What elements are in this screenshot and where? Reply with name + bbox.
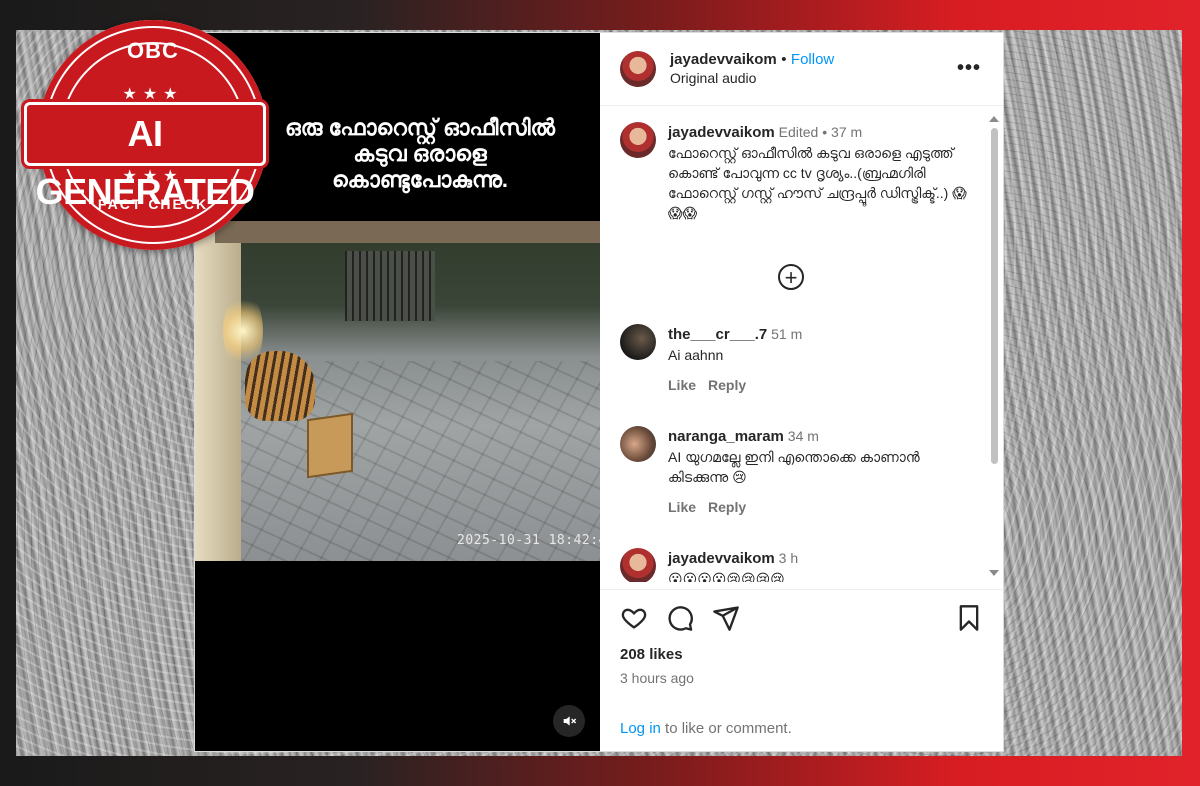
comment-username[interactable]: naranga_maram [668,428,784,445]
comment-icon[interactable] [666,604,694,632]
ai-generated-stamp: OBC ★★★ AI GENERATED ★★★ FACT CHECK [24,20,268,250]
commenter-avatar[interactable] [620,324,656,360]
stamp-footer: FACT CHECK [97,196,209,212]
building-wall [195,221,241,561]
instagram-post: 2025-10-31 18:42:4 ഒരു ഫോറെസ്റ്റ് ഓഫീസിൽ… [194,32,1004,752]
comment-text: 😮😮😮😮😢😢😢😢 [668,571,785,582]
roof-edge [215,221,600,243]
comment-item: the___cr___.7 51 m Ai aahnn Like Reply [620,324,968,395]
gate [345,251,435,321]
comment-text: Ai aahnn [668,347,724,363]
comments-panel[interactable]: jayadevvaikom Edited • 37 m ഫോറെസ്റ്റ് ഓ… [600,106,1003,582]
post-time[interactable]: 3 hours ago [620,670,694,686]
author-username[interactable]: jayadevvaikom [670,51,777,68]
commenter-avatar[interactable] [620,426,656,462]
comment-username[interactable]: jayadevvaikom [668,124,775,141]
more-options-icon[interactable]: ••• [957,57,981,80]
login-prompt: Log in to like or comment. [620,720,792,737]
post-header: jayadevvaikom • Follow Original audio ••… [600,33,1003,106]
stamp-stars-bottom: ★★★ [122,168,184,185]
stamp-banner: AI GENERATED [24,102,266,212]
comment-text: AI യുഗമല്ലേ ഇനി എന്തൊക്കെ കാണാൻ കിടക്കുന… [668,449,920,485]
scrollbar-thumb[interactable] [991,128,998,464]
login-link[interactable]: Log in [620,720,661,737]
heart-icon[interactable] [620,604,648,632]
comment-item: jayadevvaikom 3 h 😮😮😮😮😢😢😢😢 [620,548,968,582]
bookmark-icon[interactable] [955,604,983,632]
tiger-figure [245,351,315,421]
scroll-up-arrow-icon[interactable] [989,116,999,122]
chair [307,412,353,479]
like-comment-button[interactable]: Like [668,499,696,515]
comment-item: naranga_maram 34 m AI യുഗമല്ലേ ഇനി എന്തൊ… [620,426,968,517]
follow-button[interactable]: Follow [791,51,834,68]
like-comment-button[interactable]: Like [668,377,696,393]
separator-dot: • [781,51,787,68]
speaker-muted-icon [563,716,577,726]
load-more-comments-button[interactable]: + [778,264,804,290]
login-prompt-text: to like or comment. [660,720,792,737]
cctv-frame: 2025-10-31 18:42:4 [195,221,600,561]
comments-scrollbar[interactable] [989,116,999,576]
comment-time[interactable]: 37 m [831,124,862,140]
stamp-stars-top: ★★★ [122,86,184,103]
reply-button[interactable]: Reply [708,499,746,515]
reply-button[interactable]: Reply [708,377,746,393]
video-overlay-caption: ഒരു ഫോറെസ്റ്റ് ഓഫീസിൽ കടുവ ഒരാളെ കൊണ്ടുപ… [285,115,555,192]
like-count[interactable]: 208 likes [620,646,683,663]
post-footer: 208 likes 3 hours ago Log in to like or … [600,589,1003,752]
caption-text: ഫോറെസ്റ്റ് ഓഫീസിൽ കടുവ ഒരാളെ എടുത്ത് കൊണ… [668,145,967,221]
author-avatar[interactable] [620,51,656,87]
stamp-brand: OBC [127,38,179,63]
comment-time[interactable]: 3 h [779,550,798,566]
comment-time[interactable]: 34 m [788,428,819,444]
post-sidebar: jayadevvaikom • Follow Original audio ••… [600,33,1003,751]
comment-time[interactable]: 51 m [771,326,802,342]
comment-username[interactable]: jayadevvaikom [668,550,775,567]
edited-label: Edited • [778,124,828,140]
caption-avatar[interactable] [620,122,656,158]
caption-comment: jayadevvaikom Edited • 37 m ഫോറെസ്റ്റ് ഓ… [620,122,968,223]
comment-username[interactable]: the___cr___.7 [668,326,767,343]
scroll-down-arrow-icon[interactable] [989,570,999,576]
cctv-timestamp: 2025-10-31 18:42:4 [457,533,600,548]
audio-label[interactable]: Original audio [670,69,834,88]
mute-button[interactable] [553,705,585,737]
commenter-avatar[interactable] [620,548,656,582]
share-icon[interactable] [712,604,740,632]
